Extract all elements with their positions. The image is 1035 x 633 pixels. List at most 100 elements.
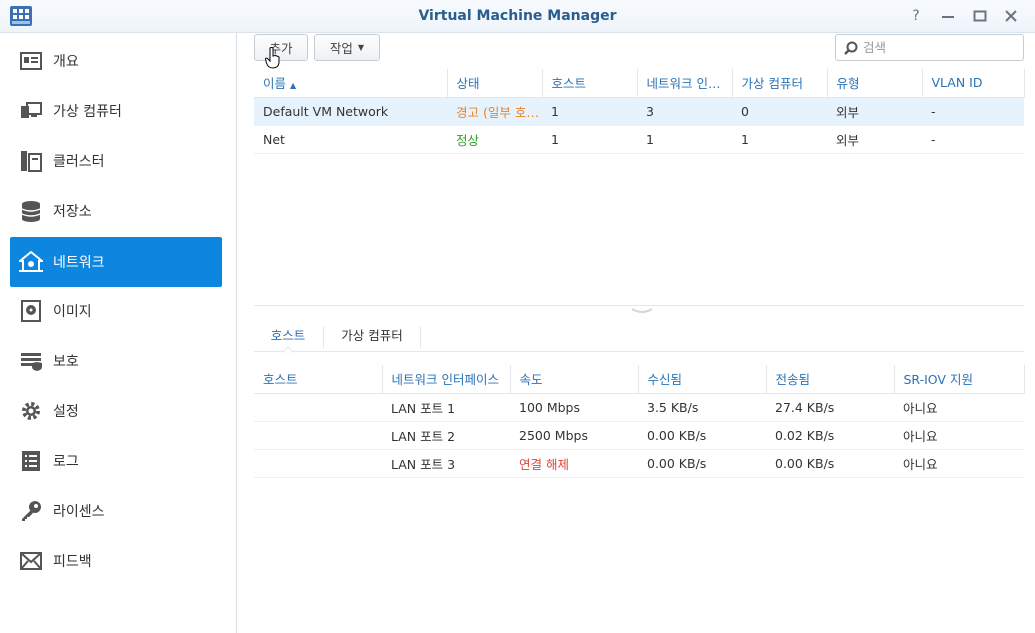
column-header-type[interactable]: 유형 (827, 69, 923, 98)
column-header-name[interactable]: 이름 ▲ (254, 69, 448, 98)
host-name (254, 421, 382, 450)
table-row[interactable]: LAN 포트 3 연결 해제 0.00 KB/s 0.00 KB/s 아니요 (254, 449, 1024, 478)
table-row[interactable]: LAN 포트 1 100 Mbps 3.5 KB/s 27.4 KB/s 아니요 (254, 393, 1024, 422)
maximize-icon[interactable] (972, 7, 988, 25)
action-dropdown-button[interactable]: 작업 ▼ (314, 34, 380, 61)
minimize-icon[interactable] (940, 7, 956, 25)
sidebar-item-label: 네트워크 (53, 255, 105, 271)
column-header-host[interactable]: 호스트 (254, 365, 383, 394)
host-name (254, 449, 382, 478)
add-button[interactable]: 추가 (254, 34, 308, 61)
virtual-machine-icon (18, 98, 44, 124)
sort-ascending-icon: ▲ (290, 81, 297, 91)
search-input[interactable] (863, 40, 1013, 55)
interface-name: LAN 포트 1 (382, 393, 510, 422)
sidebar-item-license[interactable]: 라이센스 (10, 486, 222, 536)
sidebar-item-label: 클러스터 (53, 154, 105, 170)
network-status: 경고 (일부 호스트) (447, 97, 542, 126)
title-bar: Virtual Machine Manager ? (0, 0, 1035, 33)
sidebar-item-label: 가상 컴퓨터 (53, 104, 122, 120)
network-type: 외부 (827, 97, 922, 126)
feedback-icon (18, 548, 44, 574)
sidebar-item-label: 보호 (53, 354, 79, 370)
sidebar-item-label: 설정 (53, 404, 79, 420)
interface-received: 0.00 KB/s (638, 449, 766, 478)
column-header-received[interactable]: 수신됨 (638, 365, 767, 394)
help-icon[interactable]: ? (908, 7, 924, 25)
interface-speed: 2500 Mbps (510, 421, 638, 450)
table-row[interactable]: Net 정상 1 1 1 외부 - (254, 125, 1024, 154)
interface-speed: 100 Mbps (510, 393, 638, 422)
sidebar-item-network[interactable]: 네트워크 (10, 237, 222, 287)
sidebar-item-protection[interactable]: 보호 (10, 336, 222, 386)
splitter-handle-icon (631, 308, 653, 313)
column-header-vlan[interactable]: VLAN ID (922, 69, 1025, 98)
sidebar-item-log[interactable]: 로그 (10, 436, 222, 486)
interface-received: 3.5 KB/s (638, 393, 766, 422)
sidebar-item-overview[interactable]: 개요 (10, 36, 222, 86)
protection-icon (18, 348, 44, 374)
tab-virtual-machines[interactable]: 가상 컴퓨터 (324, 322, 420, 352)
sidebar-item-virtual-machine[interactable]: 가상 컴퓨터 (10, 86, 222, 136)
sidebar-item-label: 개요 (53, 54, 79, 70)
window-title: Virtual Machine Manager (418, 8, 617, 24)
main-panel: 추가 작업 ▼ 이름 ▲ 상태 호스트 네트워크 인터페이스 가상 컴퓨터 유형… (238, 33, 1035, 633)
column-header-speed[interactable]: 속도 (510, 365, 639, 394)
detail-tabs: 호스트 가상 컴퓨터 (254, 322, 1024, 353)
cluster-icon (18, 148, 44, 174)
column-header-interface[interactable]: 네트워크 인터페이스 (382, 365, 511, 394)
network-hosts: 1 (542, 125, 637, 154)
sidebar-item-settings[interactable]: 설정 (10, 386, 222, 436)
network-vlan: - (922, 97, 1024, 126)
interface-sriov: 아니요 (894, 449, 1024, 478)
host-name (254, 393, 382, 422)
network-table: 이름 ▲ 상태 호스트 네트워크 인터페이스 가상 컴퓨터 유형 VLAN ID… (254, 69, 1025, 154)
column-header-interfaces[interactable]: 네트워크 인터페이스 (637, 69, 733, 98)
column-header-sriov[interactable]: SR-IOV 지원 (894, 365, 1025, 394)
interface-sent: 27.4 KB/s (766, 393, 894, 422)
settings-icon (18, 398, 44, 424)
sidebar: 개요 가상 컴퓨터 클러스터 저장소 네트워크 이미지 보호 설정 로그 라이센… (0, 33, 237, 633)
search-box[interactable] (835, 34, 1024, 61)
overview-icon (18, 48, 44, 74)
column-header-status[interactable]: 상태 (447, 69, 543, 98)
network-type: 외부 (827, 125, 922, 154)
column-header-vms[interactable]: 가상 컴퓨터 (732, 69, 828, 98)
panel-splitter[interactable] (254, 305, 1024, 315)
network-status: 정상 (447, 125, 542, 154)
host-interface-table: 호스트 네트워크 인터페이스 속도 수신됨 전송됨 SR-IOV 지원 LAN … (254, 365, 1025, 478)
search-icon (844, 41, 858, 55)
sidebar-item-image[interactable]: 이미지 (10, 286, 222, 336)
column-header-hosts[interactable]: 호스트 (542, 69, 638, 98)
sidebar-item-cluster[interactable]: 클러스터 (10, 136, 222, 186)
network-vms: 0 (732, 97, 827, 126)
interface-sent: 0.02 KB/s (766, 421, 894, 450)
network-interfaces: 3 (637, 97, 732, 126)
storage-icon (18, 198, 44, 224)
network-vlan: - (922, 125, 1024, 154)
network-interfaces: 1 (637, 125, 732, 154)
close-icon[interactable] (1003, 7, 1019, 25)
interface-speed: 연결 해제 (510, 449, 638, 478)
sidebar-item-label: 라이센스 (53, 504, 105, 520)
license-icon (18, 498, 44, 524)
interface-name: LAN 포트 3 (382, 449, 510, 478)
table-row[interactable]: LAN 포트 2 2500 Mbps 0.00 KB/s 0.02 KB/s 아… (254, 421, 1024, 450)
interface-name: LAN 포트 2 (382, 421, 510, 450)
network-vms: 1 (732, 125, 827, 154)
sidebar-item-label: 로그 (53, 454, 79, 470)
table-header-row: 호스트 네트워크 인터페이스 속도 수신됨 전송됨 SR-IOV 지원 (254, 365, 1025, 394)
interface-sriov: 아니요 (894, 393, 1024, 422)
sidebar-item-label: 이미지 (53, 304, 92, 320)
sidebar-item-label: 피드백 (53, 554, 92, 570)
interface-sent: 0.00 KB/s (766, 449, 894, 478)
network-icon (18, 249, 44, 275)
log-icon (18, 448, 44, 474)
network-name: Net (254, 125, 447, 154)
sidebar-item-label: 저장소 (53, 204, 92, 220)
column-header-sent[interactable]: 전송됨 (766, 365, 895, 394)
network-name: Default VM Network (254, 97, 447, 126)
table-row[interactable]: Default VM Network 경고 (일부 호스트) 1 3 0 외부 … (254, 97, 1024, 126)
sidebar-item-storage[interactable]: 저장소 (10, 186, 222, 236)
sidebar-item-feedback[interactable]: 피드백 (10, 536, 222, 586)
